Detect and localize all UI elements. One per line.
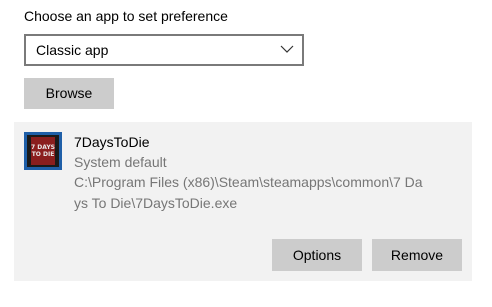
app-icon-text: 7 DAYS TO DIE (31, 144, 55, 158)
app-icon: 7 DAYS TO DIE (24, 132, 62, 170)
preference-label: Choose an app to set preference (24, 8, 228, 24)
remove-button[interactable]: Remove (372, 239, 462, 271)
app-name: 7DaysToDie (74, 134, 150, 150)
app-preference-dropdown[interactable]: Classic app (24, 34, 304, 66)
app-entry-panel[interactable]: 7 DAYS TO DIE 7DaysToDie System default … (14, 122, 472, 281)
options-button[interactable]: Options (272, 239, 362, 271)
app-status: System default (74, 154, 167, 170)
browse-button[interactable]: Browse (24, 78, 114, 109)
app-path: C:\Program Files (x86)\Steam\steamapps\c… (74, 174, 423, 211)
chevron-down-icon (280, 45, 294, 53)
dropdown-selected-value: Classic app (36, 42, 109, 58)
